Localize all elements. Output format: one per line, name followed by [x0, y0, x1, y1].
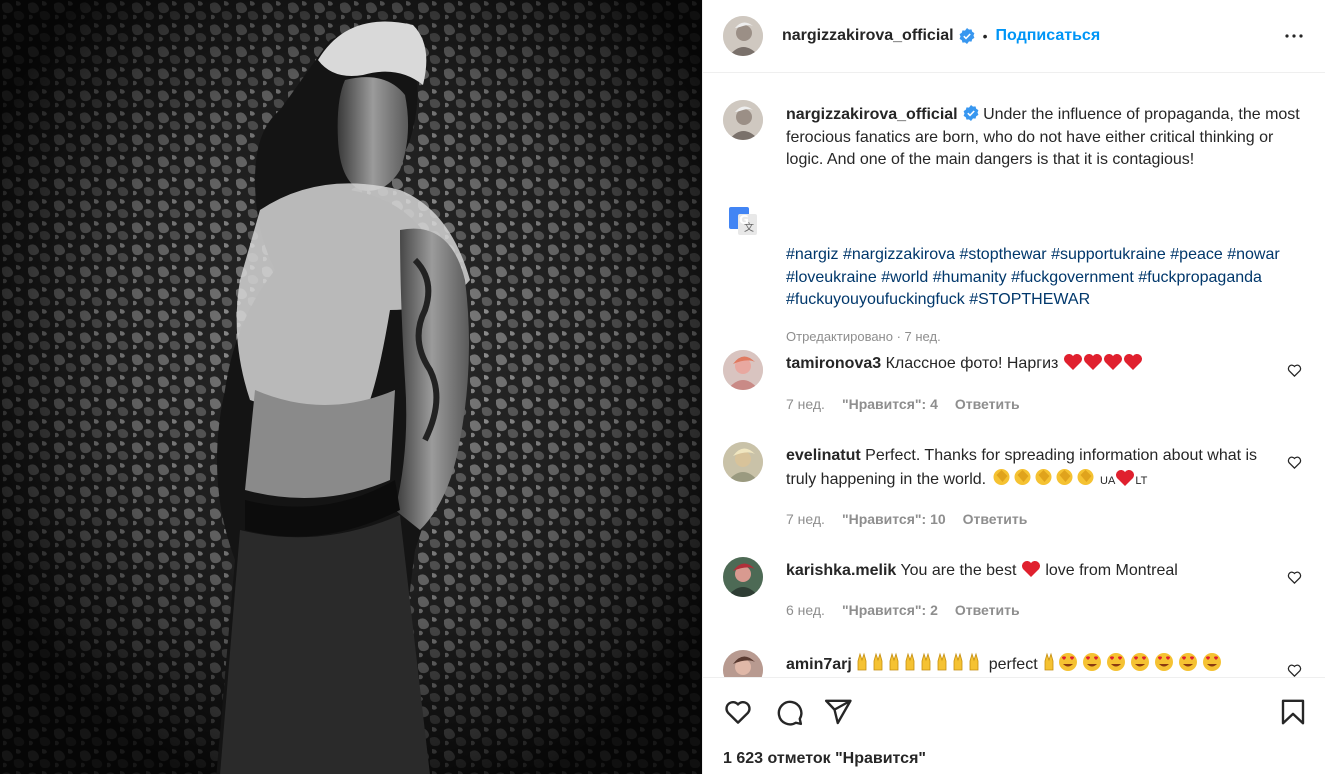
comment-time: 7 нед.	[786, 396, 825, 412]
comment-time: 7 нед.	[786, 511, 825, 527]
comment-icon[interactable]	[774, 697, 804, 727]
verified-icon	[963, 105, 979, 121]
red-heart-emoji	[1116, 470, 1135, 486]
caption-avatar[interactable]	[723, 100, 763, 140]
comment-text: tamironova3 Классное фото! Наргиз	[786, 352, 1266, 375]
comment-time: 6 нед.	[786, 602, 825, 618]
comment-likes[interactable]: "Нравится": 4	[842, 396, 938, 412]
commenter-avatar[interactable]	[723, 350, 763, 390]
comment-text: karishka.melik You are the best love fro…	[786, 559, 1266, 582]
caption-username[interactable]: nargizzakirova_official	[786, 106, 958, 123]
likes-count[interactable]: 1 623 отметок "Нравится"	[723, 750, 926, 768]
red-heart-emoji	[1103, 354, 1122, 370]
comments-area[interactable]: G文 nargizzakirova_official Under the inf…	[703, 74, 1325, 677]
comment-body: Классное фото! Наргиз	[885, 355, 1059, 372]
hashtag[interactable]: #fuckuyouyoufuckingfuck	[786, 291, 965, 308]
svg-text:文: 文	[744, 221, 754, 234]
comment-meta: 6 нед. "Нравится": 2 Ответить	[786, 602, 1020, 618]
follow-button[interactable]: Подписаться	[996, 27, 1101, 45]
comment-text: amin7arj perfect	[786, 652, 1266, 676]
horns-emoji	[857, 652, 979, 671]
bookmark-icon[interactable]	[1278, 697, 1308, 727]
red-heart-emoji	[1021, 561, 1040, 577]
comment-like-icon[interactable]	[1287, 570, 1302, 585]
heart-icon[interactable]	[723, 697, 753, 727]
more-icon[interactable]	[1282, 24, 1306, 48]
hashtag[interactable]: #loveukraine	[786, 269, 877, 286]
reply-button[interactable]: Ответить	[963, 511, 1028, 527]
comment-likes[interactable]: "Нравится": 10	[842, 511, 946, 527]
hashtag[interactable]: #fuckpropaganda	[1138, 269, 1262, 286]
clapping-hands-emoji	[1077, 469, 1094, 485]
comment-like-icon[interactable]	[1287, 455, 1302, 470]
comment-username[interactable]: evelinatut	[786, 447, 861, 464]
separator-dot: •	[982, 28, 988, 44]
red-heart-emoji	[1083, 354, 1102, 370]
author-username[interactable]: nargizzakirova_official	[782, 27, 954, 45]
hashtag[interactable]: #nowar	[1227, 246, 1279, 263]
translate-icon[interactable]: G文	[726, 204, 760, 238]
clapping-hands-emoji	[1056, 469, 1073, 485]
hashtag[interactable]: #nargizzakirova	[843, 246, 955, 263]
reply-button[interactable]: Ответить	[955, 396, 1020, 412]
hashtag[interactable]: #humanity	[933, 269, 1007, 286]
red-heart-emoji	[1123, 354, 1142, 370]
comment-text: evelinatut Perfect. Thanks for spreading…	[786, 444, 1266, 493]
comment-body-end: love from Montreal	[1045, 562, 1178, 579]
comment-like-icon[interactable]	[1287, 663, 1302, 677]
clapping-hands-emoji	[1014, 469, 1031, 485]
post-sidebar: nargizzakirova_official • Подписаться G文…	[702, 0, 1325, 774]
commenter-avatar[interactable]	[723, 557, 763, 597]
hashtags: #nargiz #nargizzakirova #stopthewar #sup…	[786, 244, 1306, 312]
comment-username[interactable]: amin7arj	[786, 656, 852, 673]
comment-meta: 7 нед. "Нравится": 4 Ответить	[786, 396, 1020, 412]
comment-body: perfect	[988, 656, 1038, 673]
post-image	[0, 0, 702, 774]
hashtag[interactable]: #nargiz	[786, 246, 838, 263]
post-photo[interactable]	[0, 0, 702, 774]
commenter-avatar[interactable]	[723, 650, 763, 677]
hashtag[interactable]: #fuckgovernment	[1011, 269, 1134, 286]
comment-like-icon[interactable]	[1287, 363, 1302, 378]
comment-username[interactable]: tamironova3	[786, 355, 881, 372]
comment-meta: 7 нед. "Нравится": 10 Ответить	[786, 511, 1027, 527]
share-icon[interactable]	[823, 697, 853, 727]
flag-lt: LT	[1135, 475, 1148, 487]
post-actions: 1 623 отметок "Нравится"	[703, 677, 1325, 774]
heart-eyes-emoji	[1059, 653, 1222, 671]
clapping-hands-emoji	[1035, 469, 1052, 485]
hashtag[interactable]: #STOPTHEWAR	[969, 291, 1090, 308]
reply-button[interactable]: Ответить	[955, 602, 1020, 618]
hashtag[interactable]: #peace	[1170, 246, 1223, 263]
horns-emoji	[1044, 652, 1054, 671]
verified-icon	[959, 28, 975, 44]
post-header: nargizzakirova_official • Подписаться	[703, 0, 1325, 73]
hashtag[interactable]: #supportukraine	[1051, 246, 1166, 263]
edited-timestamp: Отредактировано · 7 нед.	[786, 329, 941, 344]
comment-username[interactable]: karishka.melik	[786, 562, 896, 579]
comment-body: You are the best	[900, 562, 1017, 579]
comment-likes[interactable]: "Нравится": 2	[842, 602, 938, 618]
commenter-avatar[interactable]	[723, 442, 763, 482]
caption-text: nargizzakirova_official Under the influe…	[786, 104, 1306, 172]
red-heart-emoji	[1063, 354, 1082, 370]
flag-ua: UA	[1100, 475, 1116, 487]
author-avatar[interactable]	[723, 16, 763, 56]
hashtag[interactable]: #stopthewar	[959, 246, 1046, 263]
clapping-hands-emoji	[993, 469, 1010, 485]
hashtag[interactable]: #world	[881, 269, 928, 286]
